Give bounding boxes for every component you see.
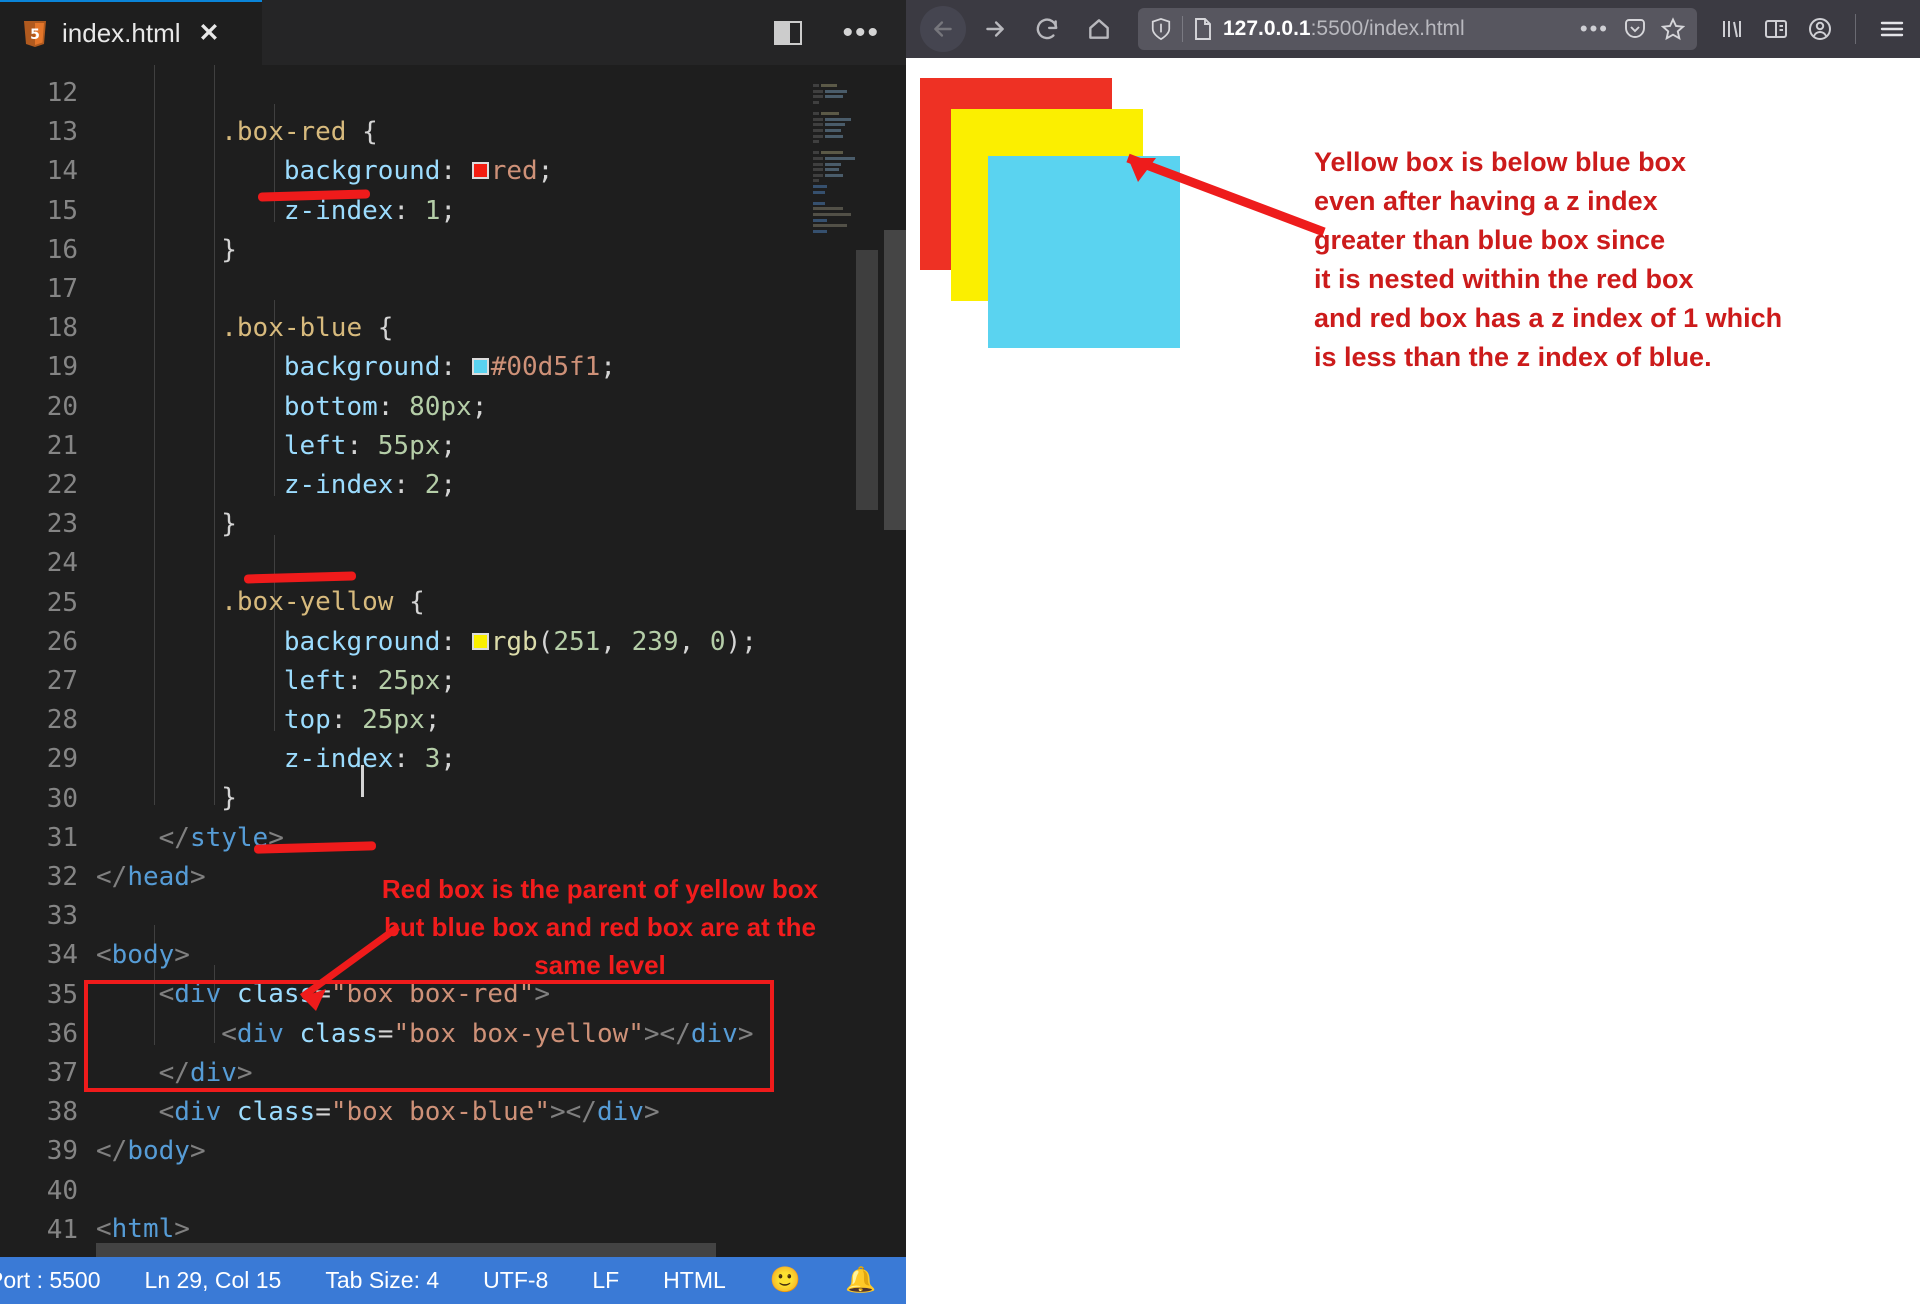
line-number: 20 — [46, 391, 78, 422]
notifications-bell-icon[interactable]: 🔔 — [823, 1266, 898, 1295]
line-number: 27 — [46, 666, 78, 697]
back-arrow-icon[interactable] — [920, 6, 966, 52]
hamburger-menu-icon[interactable] — [1878, 17, 1906, 41]
reload-icon[interactable] — [1024, 6, 1070, 52]
line-number: 32 — [46, 862, 78, 893]
status-tab-size[interactable]: Tab Size: 4 — [303, 1267, 461, 1294]
address-bar[interactable]: 127.0.0.1:5500/index.html ••• — [1138, 8, 1697, 50]
status-cursor-position[interactable]: Ln 29, Col 15 — [123, 1267, 304, 1294]
tracking-protection-icon[interactable] — [1150, 17, 1172, 41]
feedback-smiley-icon[interactable]: 🙂 — [748, 1266, 823, 1295]
editor-vertical-scrollbar[interactable] — [884, 230, 906, 530]
line-number: 41 — [46, 1214, 78, 1245]
line-number: 15 — [46, 195, 78, 226]
line-number: 28 — [46, 705, 78, 736]
browser-toolbar-right — [1713, 14, 1906, 44]
line-number: 17 — [46, 274, 78, 305]
page-annotation-arrow-icon — [1126, 153, 1326, 237]
line-number: 14 — [46, 156, 78, 187]
line-number: 36 — [46, 1018, 78, 1049]
editor-tab-index-html[interactable]: 5 index.html ✕ — [0, 0, 262, 65]
sidebar-icon[interactable] — [1763, 17, 1789, 41]
line-number: 33 — [46, 901, 78, 932]
line-number: 19 — [46, 352, 78, 383]
line-number: 26 — [46, 626, 78, 657]
line-number: 21 — [46, 430, 78, 461]
bookmark-star-icon[interactable] — [1661, 17, 1685, 41]
pocket-icon[interactable] — [1623, 17, 1647, 41]
color-swatch-yellow[interactable] — [471, 632, 489, 650]
svg-text:5: 5 — [30, 27, 40, 43]
line-number: 12 — [46, 78, 78, 108]
text-cursor — [361, 765, 364, 797]
status-language-mode[interactable]: HTML — [641, 1267, 748, 1294]
annotation-highlight-box — [84, 980, 774, 1092]
browser-toolbar: 127.0.0.1:5500/index.html ••• — [906, 0, 1920, 58]
code-area[interactable]: 12 13 14 15 16 17 18 19 20 21 22 23 24 25 26 27 28 29 30 31… — [0, 65, 906, 1257]
close-icon[interactable]: ✕ — [199, 21, 220, 46]
line-number: 38 — [46, 1097, 78, 1128]
line-number: 30 — [46, 783, 78, 814]
line-number: 31 — [46, 822, 78, 853]
line-number: 37 — [46, 1058, 78, 1089]
line-number: 40 — [46, 1175, 78, 1206]
annotation-arrow-icon — [299, 924, 401, 1011]
line-number: 35 — [46, 979, 78, 1010]
line-number: 25 — [46, 587, 78, 618]
line-number: 13 — [46, 117, 78, 148]
minimap-viewport-slider[interactable] — [856, 250, 878, 510]
address-bar-text[interactable]: 127.0.0.1:5500/index.html — [1223, 17, 1465, 41]
page-annotation-text: Yellow box is below blue box even after … — [1314, 147, 1783, 372]
home-icon[interactable] — [1076, 6, 1122, 52]
editor-status-bar: Port : 5500 Ln 29, Col 15 Tab Size: 4 UT… — [0, 1257, 906, 1304]
screen: 5 index.html ✕ ••• 12 13 14 15 16 17 18 19 20 21 2… — [0, 0, 1920, 1304]
editor-tab-actions: ••• — [774, 0, 906, 65]
minimap[interactable] — [813, 65, 871, 1257]
status-encoding[interactable]: UTF-8 — [461, 1267, 570, 1294]
html5-icon: 5 — [22, 20, 48, 48]
more-actions-icon[interactable]: ••• — [842, 18, 880, 48]
editor-annotation-text: Red box is the parent of yellow box but … — [381, 874, 819, 980]
line-number-gutter: 12 13 14 15 16 17 18 19 20 21 22 23 24 25 26 27 28 29 30 31… — [0, 65, 96, 1257]
page-actions-icon[interactable]: ••• — [1580, 17, 1609, 39]
browser-window: 127.0.0.1:5500/index.html ••• Yellow box… — [906, 0, 1920, 1304]
status-eol[interactable]: LF — [570, 1267, 641, 1294]
editor-tab-bar: 5 index.html ✕ ••• — [0, 0, 906, 65]
page-info-icon[interactable] — [1193, 17, 1213, 41]
line-number: 39 — [46, 1136, 78, 1167]
url-host: 127.0.0.1 — [1223, 17, 1311, 40]
line-number: 16 — [46, 234, 78, 265]
toolbar-divider — [1855, 14, 1856, 44]
line-number: 34 — [46, 940, 78, 971]
split-editor-icon[interactable] — [774, 20, 803, 45]
library-icon[interactable] — [1719, 16, 1745, 42]
line-number: 22 — [46, 470, 78, 501]
color-swatch-red[interactable] — [471, 162, 489, 180]
line-number: 18 — [46, 313, 78, 344]
urlbar-divider — [1182, 16, 1183, 42]
forward-arrow-icon[interactable] — [972, 6, 1018, 52]
account-icon[interactable] — [1807, 16, 1833, 42]
editor-tab-label: index.html — [62, 18, 181, 48]
url-path: :5500/index.html — [1310, 17, 1465, 40]
editor-horizontal-scrollbar[interactable] — [96, 1243, 716, 1257]
line-number: 29 — [46, 744, 78, 775]
page-viewport: Yellow box is below blue box even after … — [906, 58, 1920, 1304]
color-swatch-blue[interactable] — [471, 358, 489, 376]
address-bar-actions: ••• — [1580, 17, 1685, 41]
line-number: 24 — [46, 548, 78, 579]
code-editor-pane: 5 index.html ✕ ••• 12 13 14 15 16 17 18 19 20 21 2… — [0, 0, 906, 1304]
status-port[interactable]: Port : 5500 — [0, 1267, 123, 1294]
line-number: 23 — [46, 509, 78, 540]
